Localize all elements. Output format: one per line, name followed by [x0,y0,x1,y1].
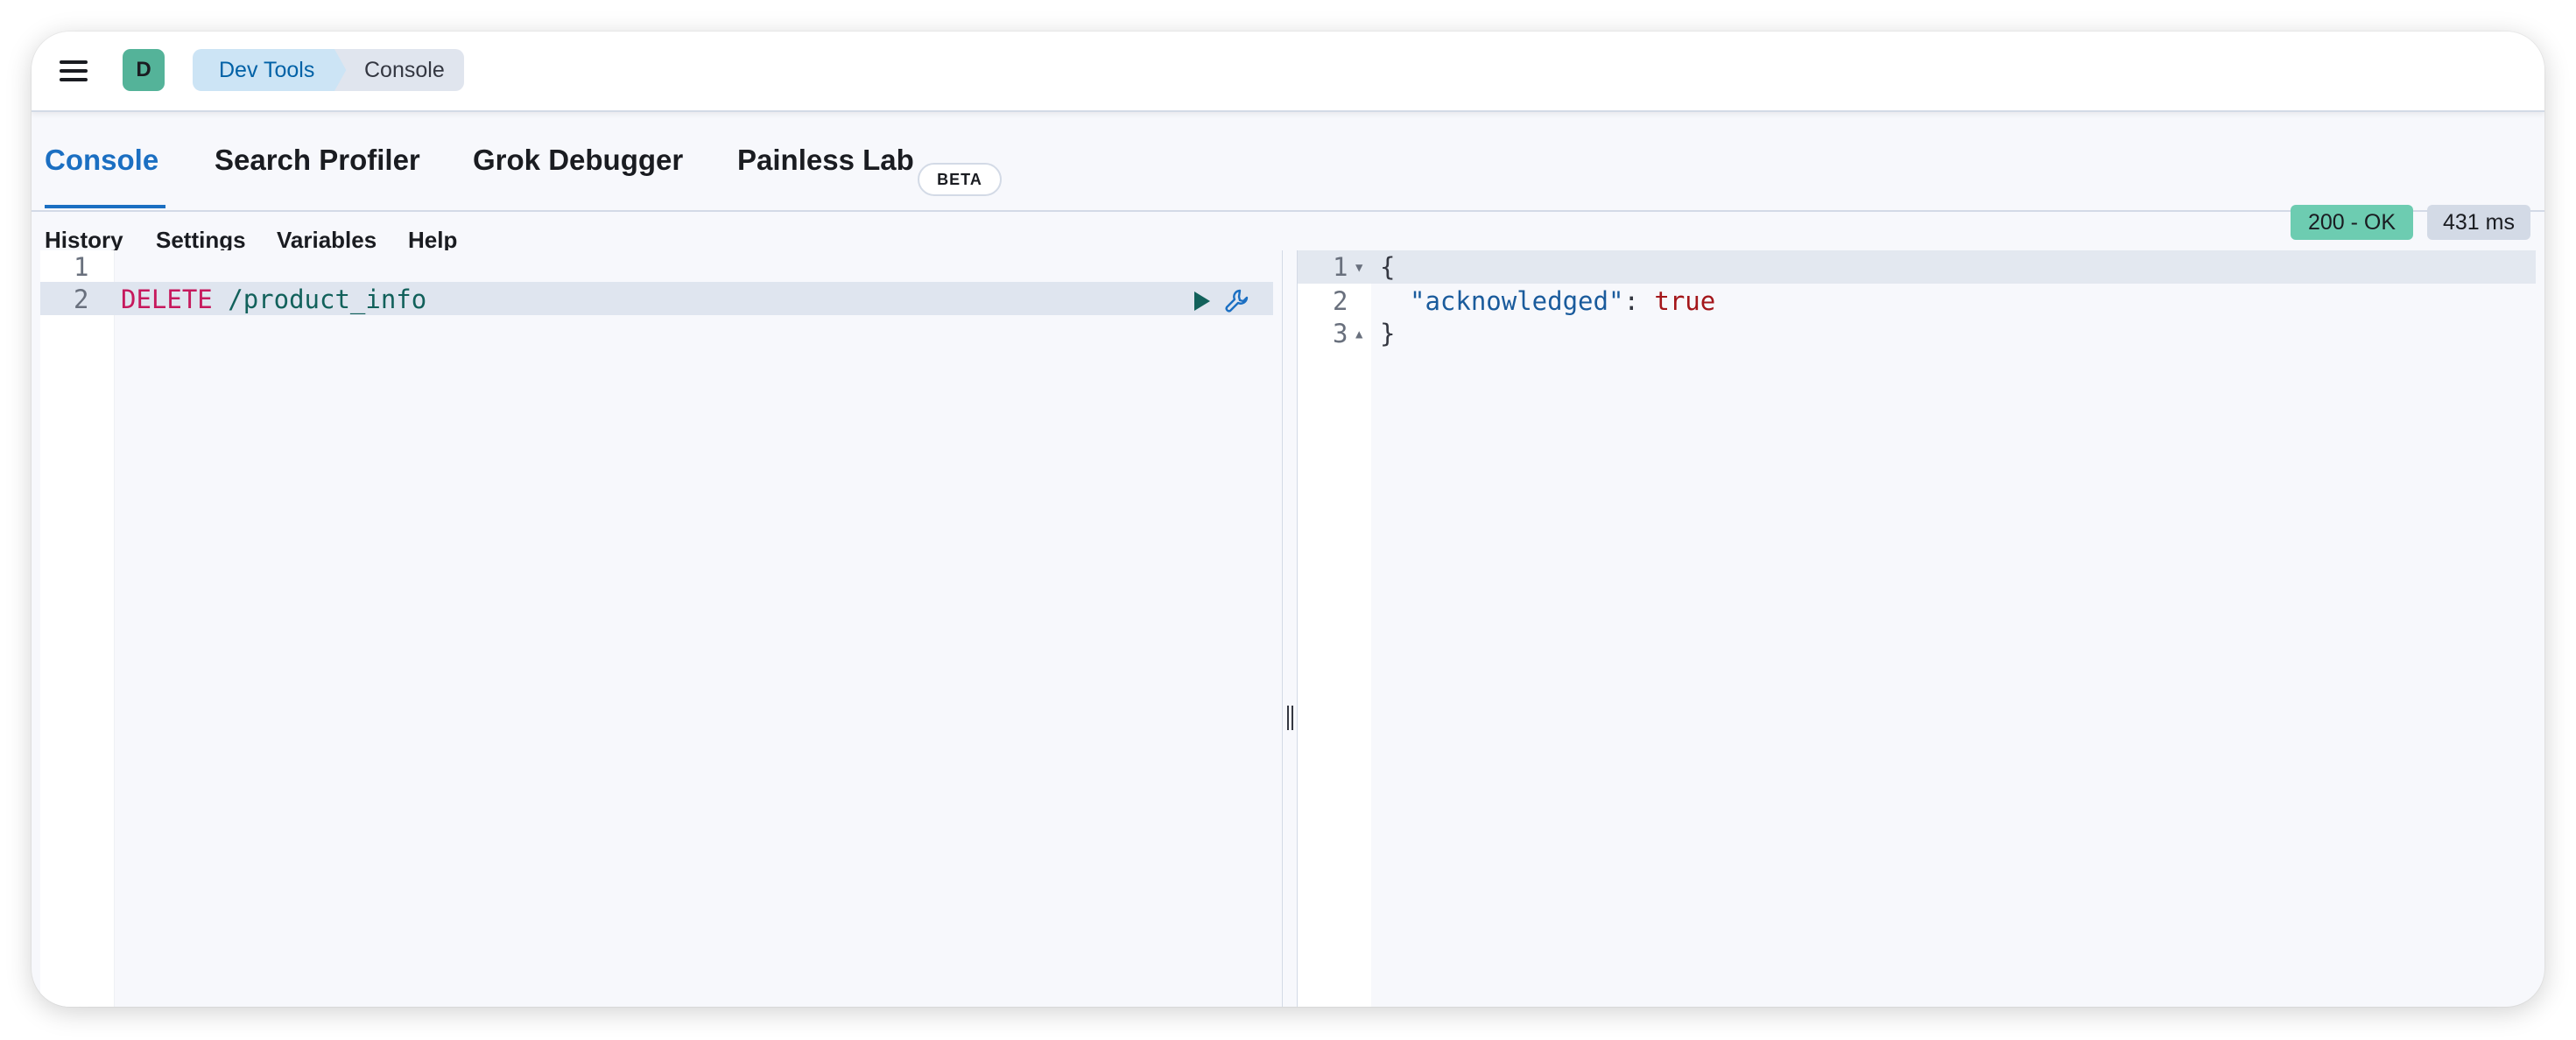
play-icon[interactable] [1189,289,1214,313]
response-editor: 1 ▼ 2 3 ▲ { "acknowledged": true } [1298,250,2544,1007]
response-key: "acknowledged" [1410,286,1624,316]
response-gutter [1298,250,1371,1007]
tab-painless-lab[interactable]: Painless Lab [737,112,914,208]
line-number: 3 [1333,319,1348,348]
tab-search-profiler[interactable]: Search Profiler [215,112,420,208]
fold-up-icon[interactable]: ▲ [1355,327,1362,341]
menu-icon[interactable] [56,53,91,88]
dev-tools-window: D Dev Tools Console Console Search Profi… [32,32,2544,1007]
fold-down-icon[interactable]: ▼ [1355,261,1362,275]
wrench-icon[interactable] [1222,287,1250,315]
response-active-line [1298,250,2536,284]
response-colon: : [1623,286,1655,316]
response-close-brace: } [1380,319,1396,348]
pane-resize-handle[interactable] [1284,706,1296,730]
line-number: 1 [74,252,89,282]
duration-badge: 431 ms [2427,205,2530,240]
beta-badge: BETA [918,163,1002,196]
active-tab-indicator [45,205,165,208]
tab-console[interactable]: Console [45,112,158,208]
status-badge: 200 - OK [2291,205,2413,240]
response-line: "acknowledged": true [1410,286,1715,316]
breadcrumb-console: Console [334,49,464,91]
request-line[interactable]: DELETE /product_info [121,285,426,314]
request-gutter [40,250,115,1007]
line-number: 2 [1333,286,1348,316]
space-avatar[interactable]: D [123,49,165,91]
response-value: true [1654,286,1716,316]
line-number: 2 [74,285,89,314]
tab-bar: Console Search Profiler Grok Debugger Pa… [32,112,2544,212]
pane-divider [1282,250,1298,1007]
breadcrumb-dev-tools[interactable]: Dev Tools [193,49,350,91]
request-path: /product_info [228,285,427,314]
top-header: D Dev Tools Console [32,32,2544,112]
request-method: DELETE [121,285,213,314]
response-open-brace: { [1380,252,1396,282]
request-editor[interactable]: 1 2 DELETE /product_info [40,250,1282,1007]
line-number: 1 [1333,252,1348,282]
tab-grok-debugger[interactable]: Grok Debugger [473,112,683,208]
